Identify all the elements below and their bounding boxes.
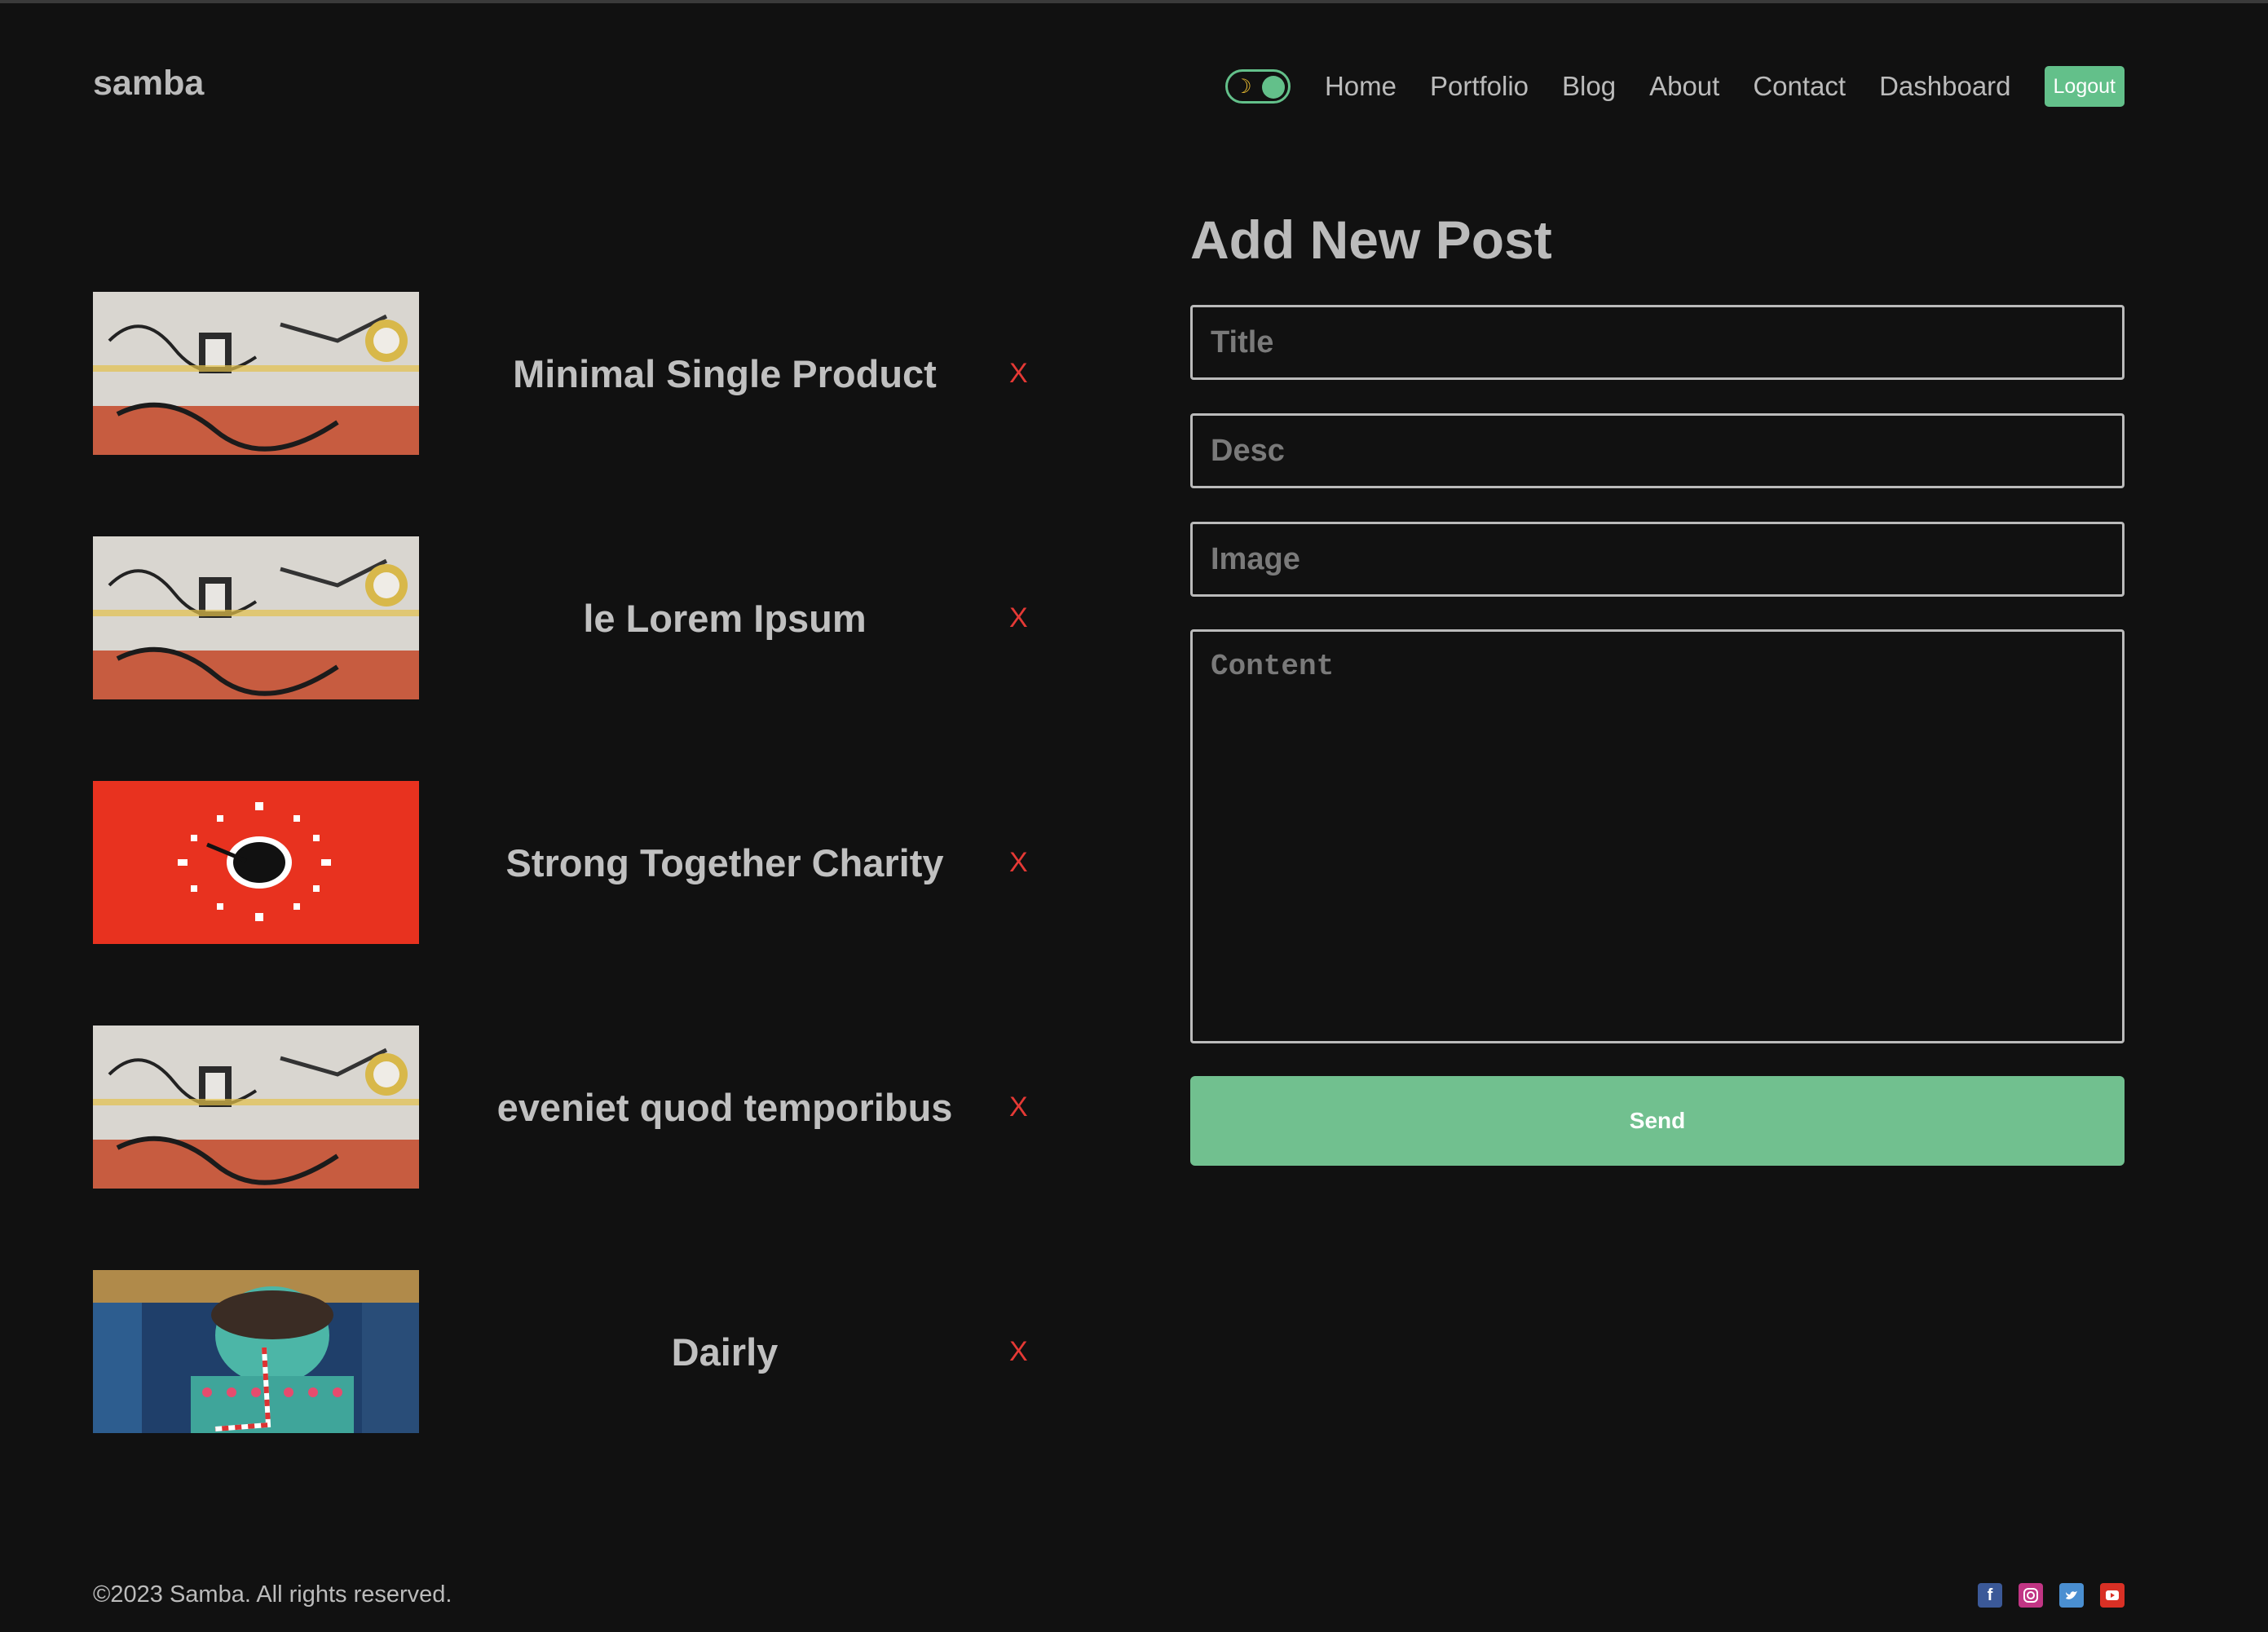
nav-home[interactable]: Home [1325,71,1397,102]
site-logo[interactable]: samba [93,64,204,104]
post-title[interactable]: Dairly [419,1270,1030,1433]
post-title[interactable]: Strong Together Charity [419,781,1030,944]
post-image [93,781,419,944]
moon-icon: ☽ [1233,76,1252,98]
nav-portfolio[interactable]: Portfolio [1430,71,1529,102]
nav-contact[interactable]: Contact [1753,71,1846,102]
form-heading: Add New Post [1190,210,1552,270]
social-links: f [1961,1583,2125,1608]
post-image [93,1026,419,1189]
youtube-icon[interactable] [2100,1583,2125,1608]
toggle-knob [1261,76,1285,99]
post-item: Strong Together Charity X [93,781,1039,944]
instagram-icon[interactable] [2019,1583,2043,1608]
post-image [93,1270,419,1433]
main-nav: ☽ Home Portfolio Blog About Contact Dash… [1224,62,2125,111]
image-input[interactable] [1190,522,2125,597]
post-title[interactable]: Minimal Single Product [419,292,1030,455]
delete-post-button[interactable]: X [1009,781,1028,944]
copyright-text: ©2023 Samba. All rights reserved. [93,1581,452,1608]
content-textarea[interactable] [1190,629,2125,1043]
twitter-icon[interactable] [2059,1583,2084,1608]
logout-button[interactable]: Logout [2044,66,2125,107]
nav-about[interactable]: About [1649,71,1719,102]
post-image [93,536,419,699]
delete-post-button[interactable]: X [1009,1026,1028,1189]
post-item: Minimal Single Product X [93,292,1039,455]
post-title[interactable]: eveniet quod temporibus [419,1026,1030,1189]
post-item: Dairly X [93,1270,1039,1433]
theme-toggle[interactable]: ☽ [1224,69,1291,104]
send-button[interactable]: Send [1190,1076,2125,1166]
delete-post-button[interactable]: X [1009,536,1028,699]
post-title[interactable]: le Lorem Ipsum [419,536,1030,699]
desc-input[interactable] [1190,413,2125,488]
delete-post-button[interactable]: X [1009,292,1028,455]
title-input[interactable] [1190,305,2125,380]
nav-dashboard[interactable]: Dashboard [1879,71,2010,102]
post-item: le Lorem Ipsum X [93,536,1039,699]
post-item: eveniet quod temporibus X [93,1026,1039,1189]
facebook-icon[interactable]: f [1978,1583,2002,1608]
nav-blog[interactable]: Blog [1562,71,1616,102]
window-top-border [0,0,2268,3]
delete-post-button[interactable]: X [1009,1270,1028,1433]
post-image [93,292,419,455]
